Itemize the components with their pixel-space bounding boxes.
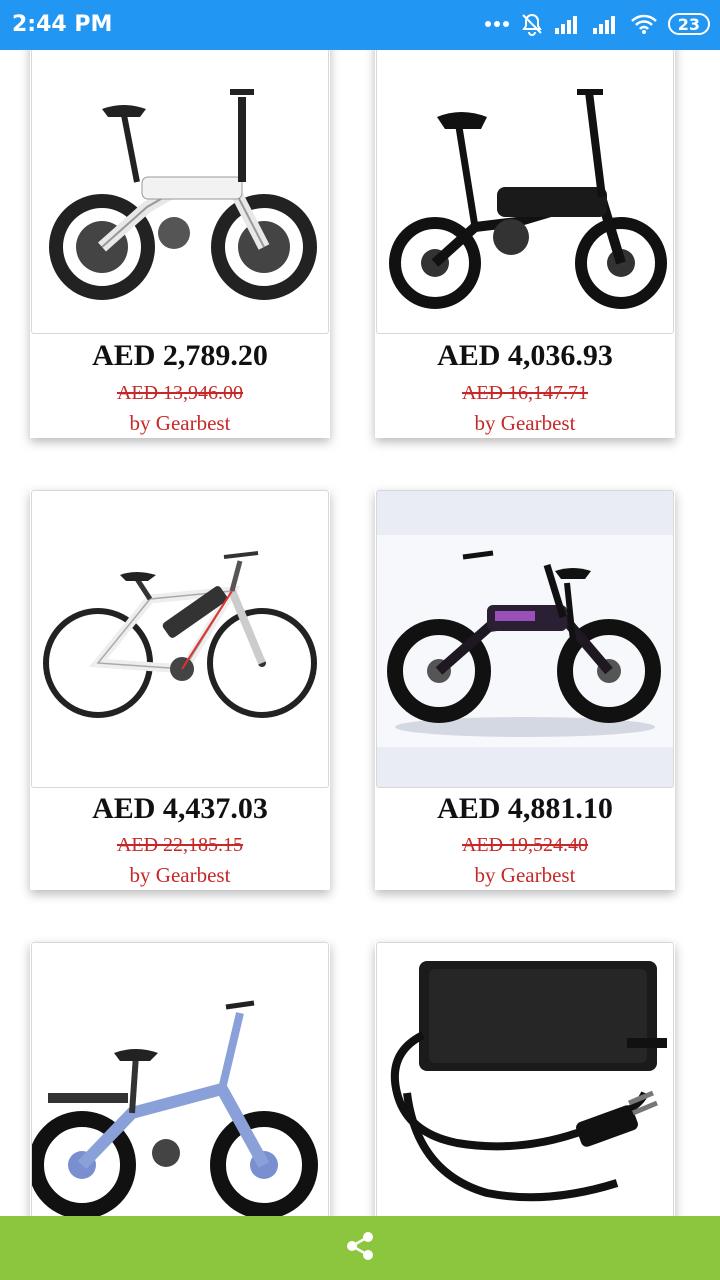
black-folding-ebike-image bbox=[389, 89, 667, 309]
status-time: 2:44 PM bbox=[12, 12, 113, 37]
status-bar: 2:44 PM 23 bbox=[0, 0, 720, 50]
white-folding-ebike-image bbox=[49, 89, 317, 300]
wifi-icon bbox=[630, 13, 658, 35]
product-image[interactable] bbox=[376, 36, 674, 334]
product-card[interactable]: AED 2,789.20 AED 13,946.00 by Gearbest bbox=[30, 36, 330, 438]
product-seller: by Gearbest bbox=[474, 411, 576, 435]
product-card[interactable]: AED 4,881.10 AED 19,524.40 by Gearbest bbox=[375, 490, 675, 890]
product-price: AED 4,437.03 bbox=[92, 792, 268, 825]
power-adapter-charger-image bbox=[390, 961, 667, 1202]
status-icons: 23 bbox=[484, 12, 710, 36]
product-image[interactable] bbox=[31, 36, 329, 334]
product-price: AED 2,789.20 bbox=[92, 339, 268, 372]
product-old-price: AED 19,524.40 bbox=[461, 834, 589, 856]
product-seller: by Gearbest bbox=[129, 863, 231, 887]
share-button[interactable] bbox=[340, 1228, 380, 1268]
product-old-price: AED 13,946.00 bbox=[116, 382, 244, 404]
more-dots-icon bbox=[484, 20, 510, 28]
signal-icon bbox=[554, 13, 582, 35]
bottom-bar bbox=[0, 1216, 720, 1280]
product-seller: by Gearbest bbox=[129, 411, 231, 435]
product-grid: AED 2,789.20 AED 13,946.00 by Gearbest A… bbox=[0, 0, 720, 1280]
product-seller: by Gearbest bbox=[474, 863, 576, 887]
product-card[interactable] bbox=[375, 942, 675, 1242]
signal-icon bbox=[592, 13, 620, 35]
fat-tire-folding-ebike-image bbox=[377, 535, 673, 747]
product-price: AED 4,036.93 bbox=[437, 339, 613, 372]
product-image[interactable] bbox=[31, 942, 329, 1240]
product-image[interactable] bbox=[376, 942, 674, 1240]
alarm-off-icon bbox=[520, 12, 544, 36]
share-icon bbox=[346, 1231, 374, 1266]
blue-fat-tire-ebike-image bbox=[32, 1000, 318, 1219]
product-card[interactable]: AED 4,437.03 AED 22,185.15 by Gearbest bbox=[30, 490, 330, 890]
product-old-price: AED 16,147.71 bbox=[461, 382, 589, 404]
battery-icon: 23 bbox=[667, 13, 710, 35]
white-mountain-ebike-image bbox=[43, 551, 317, 718]
product-image[interactable] bbox=[31, 490, 329, 788]
product-card[interactable] bbox=[30, 942, 330, 1242]
product-old-price: AED 22,185.15 bbox=[116, 834, 244, 856]
product-price: AED 4,881.10 bbox=[437, 792, 613, 825]
product-image[interactable] bbox=[376, 490, 674, 788]
product-card[interactable]: AED 4,036.93 AED 16,147.71 by Gearbest bbox=[375, 36, 675, 438]
